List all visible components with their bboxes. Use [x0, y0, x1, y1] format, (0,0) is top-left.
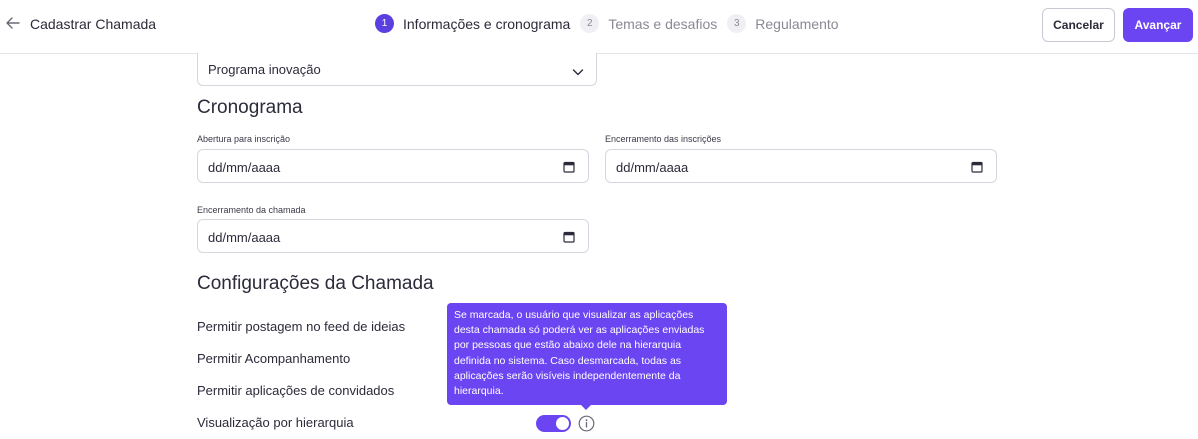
step-number: 1 [375, 14, 394, 33]
chevron-down-icon [572, 64, 584, 76]
schedule-title: Cronograma [197, 97, 303, 118]
opening-label: Abertura para inscrição [197, 134, 291, 144]
step-number: 3 [727, 14, 747, 33]
registration-end-label: Encerramento das inscrições [605, 134, 722, 144]
date-value: dd/mm/aaaa [208, 230, 281, 245]
feed-posting-label: Permitir postagem no feed de ideias [197, 319, 406, 334]
hierarchy-view-label: Visualização por hierarquia [197, 415, 354, 430]
arrow-left-icon[interactable] [4, 14, 22, 32]
calendar-icon[interactable] [563, 230, 575, 243]
page-title: Cadastrar Chamada [30, 16, 157, 32]
calendar-icon[interactable] [563, 160, 575, 173]
tooltip-arrow [580, 404, 592, 410]
hierarchy-view-toggle[interactable] [536, 415, 571, 432]
follow-up-label: Permitir Acompanhamento [197, 351, 351, 366]
toggle-knob [556, 417, 569, 430]
call-end-date-input[interactable]: dd/mm/aaaa [197, 219, 589, 253]
settings-title: Configurações da Chamada [197, 273, 434, 294]
cancel-button[interactable]: Cancelar [1042, 8, 1115, 42]
info-icon[interactable] [578, 415, 595, 432]
step-rules[interactable]: 3 Regulamento [727, 14, 839, 33]
step-themes[interactable]: 2 Temas e desafios [580, 14, 717, 33]
guest-applications-label: Permitir aplicações de convidados [197, 383, 395, 398]
step-label: Informações e cronograma [403, 15, 571, 32]
call-end-label: Encerramento da chamada [197, 205, 306, 215]
registration-end-date-input[interactable]: dd/mm/aaaa [605, 149, 997, 183]
step-info[interactable]: 1 Informações e cronograma [375, 14, 570, 33]
step-number: 2 [580, 14, 600, 33]
date-value: dd/mm/aaaa [616, 160, 689, 175]
calendar-icon[interactable] [971, 160, 983, 173]
opening-date-input[interactable]: dd/mm/aaaa [197, 149, 589, 183]
top-bar: Cadastrar Chamada 1 Informações e cronog… [0, 0, 1198, 54]
next-button[interactable]: Avançar [1123, 8, 1193, 42]
select-value: Programa inovação [208, 62, 321, 77]
program-select[interactable]: Programa inovação [197, 53, 597, 86]
hierarchy-tooltip: Se marcada, o usuário que visualizar as … [447, 303, 727, 405]
date-value: dd/mm/aaaa [208, 160, 281, 175]
step-label: Temas e desafios [608, 15, 718, 32]
stepper: 1 Informações e cronograma 2 Temas e des… [375, 14, 849, 33]
step-label: Regulamento [755, 15, 839, 32]
